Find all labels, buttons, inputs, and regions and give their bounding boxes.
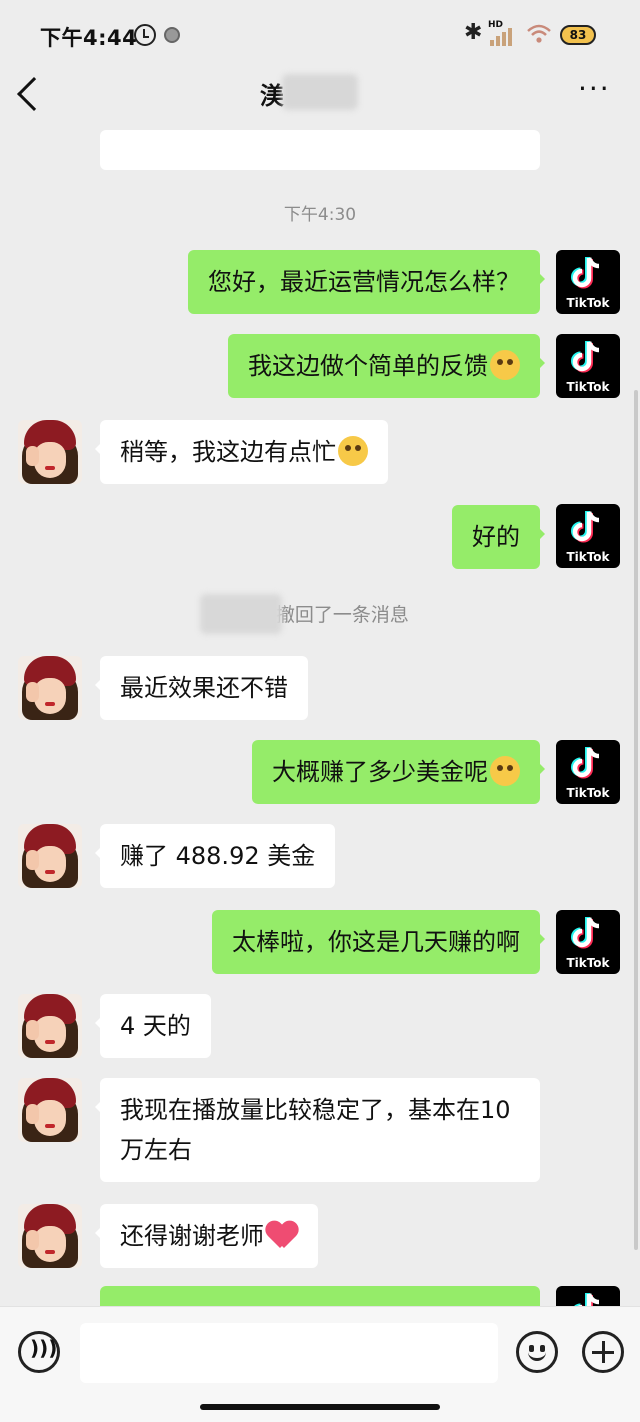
message-input[interactable] [80, 1323, 498, 1383]
tiktok-label: TikTok [566, 786, 610, 800]
alarm-icon [134, 24, 156, 46]
battery-icon: 83 [560, 25, 596, 45]
my-avatar[interactable]: TikTok [556, 504, 620, 568]
contact-avatar[interactable] [18, 1204, 82, 1268]
plus-icon[interactable] [582, 1331, 624, 1373]
my-avatar[interactable]: TikTok [556, 910, 620, 974]
my-avatar[interactable] [556, 1286, 620, 1306]
more-options-icon[interactable]: ··· [578, 75, 611, 103]
partial-message-card [100, 130, 540, 170]
message-bubble-sent[interactable]: 我这边做个简单的反馈 [228, 334, 545, 398]
my-avatar[interactable]: TikTok [556, 334, 620, 398]
contact-avatar[interactable] [18, 656, 82, 720]
tears-emoji-icon [338, 436, 368, 466]
contact-avatar[interactable] [18, 994, 82, 1058]
tiktok-label: TikTok [566, 380, 610, 394]
message-text: 赚了 488.92 美金 [120, 842, 316, 870]
message-bubble-sent[interactable]: 好的 [452, 505, 545, 569]
smirk-emoji-icon [490, 350, 520, 380]
my-avatar[interactable]: TikTok [556, 740, 620, 804]
message-bubble-received[interactable]: 赚了 488.92 美金 [94, 824, 336, 888]
contact-avatar[interactable] [18, 824, 82, 888]
wink-emoji-icon [490, 756, 520, 786]
message-timestamp: 下午4:30 [283, 205, 357, 225]
message-bubble-received[interactable]: 稍等，我这边有点忙 [95, 420, 388, 484]
wifi-icon [527, 24, 551, 43]
emoji-icon[interactable] [516, 1331, 558, 1373]
message-text: 4 天的 [120, 1012, 191, 1040]
message-bubble-sent[interactable]: 太棒啦，你这是几天赚的啊 [212, 910, 545, 974]
tiktok-label: TikTok [566, 296, 610, 310]
chat-title: 渼 [260, 82, 284, 110]
bluetooth-icon: ✱ [464, 20, 483, 45]
message-text: 好的 [472, 523, 520, 551]
status-bar: 下午4:44 ✱ HD 83 [0, 0, 640, 70]
message-bubble-sent[interactable]: 大概赚了多少美金呢 [252, 740, 545, 804]
message-bubble-received[interactable]: 4 天的 [95, 994, 211, 1058]
tiktok-logo-icon [571, 511, 600, 543]
message-bubble-received[interactable]: 我现在播放量比较稳定了，基本在10 万左右 [95, 1078, 540, 1182]
message-text: 太棒啦，你这是几天赚的啊 [232, 928, 520, 956]
heart-emoji-icon [266, 1220, 298, 1250]
contact-avatar[interactable] [18, 1078, 82, 1142]
redacted-name-blur [282, 74, 358, 110]
redacted-name-blur [200, 594, 282, 634]
tiktok-logo-icon [574, 1293, 600, 1306]
message-list[interactable]: 下午4:30 您好，最近运营情况怎么样？ TikTok 我这边做个简单的反馈 T… [0, 120, 640, 1306]
cellular-signal-icon: HD [488, 20, 516, 46]
tiktok-logo-icon [571, 341, 600, 373]
back-icon[interactable] [17, 77, 51, 111]
contact-avatar[interactable] [18, 420, 82, 484]
message-text: 最近效果还不错 [120, 674, 288, 702]
message-text: 我现在播放量比较稳定了，基本在10 万左右 [120, 1096, 511, 1164]
message-text: 还得谢谢老师 [120, 1222, 264, 1250]
scrollbar[interactable] [634, 390, 638, 1250]
recall-notice: “渼 ”撤回了一条消息 [231, 604, 409, 626]
message-bubble-received[interactable]: 最近效果还不错 [95, 656, 308, 720]
message-text: 我这边做个简单的反馈 [248, 352, 488, 380]
tiktok-label: TikTok [566, 956, 610, 970]
message-bubble-received[interactable]: 还得谢谢老师 [95, 1204, 318, 1268]
message-text: 稍等，我这边有点忙 [120, 438, 336, 466]
status-time: 下午4:44 [40, 26, 138, 50]
message-bubble-sent[interactable]: 您好，最近运营情况怎么样？ [188, 250, 545, 314]
message-text: 大概赚了多少美金呢 [272, 758, 488, 786]
tiktok-logo-icon [571, 747, 600, 779]
tiktok-label: TikTok [566, 550, 610, 564]
chat-header: 渼 ··· [0, 70, 640, 120]
tiktok-logo-icon [571, 917, 600, 949]
voice-input-icon[interactable]: ))) [18, 1331, 60, 1373]
message-text: 您好，最近运营情况怎么样？ [208, 268, 520, 296]
home-indicator[interactable] [200, 1404, 440, 1410]
tiktok-logo-icon [571, 257, 600, 289]
my-avatar[interactable]: TikTok [556, 250, 620, 314]
app-notification-icon [164, 27, 180, 43]
message-bubble-sent-partial[interactable] [100, 1286, 540, 1306]
